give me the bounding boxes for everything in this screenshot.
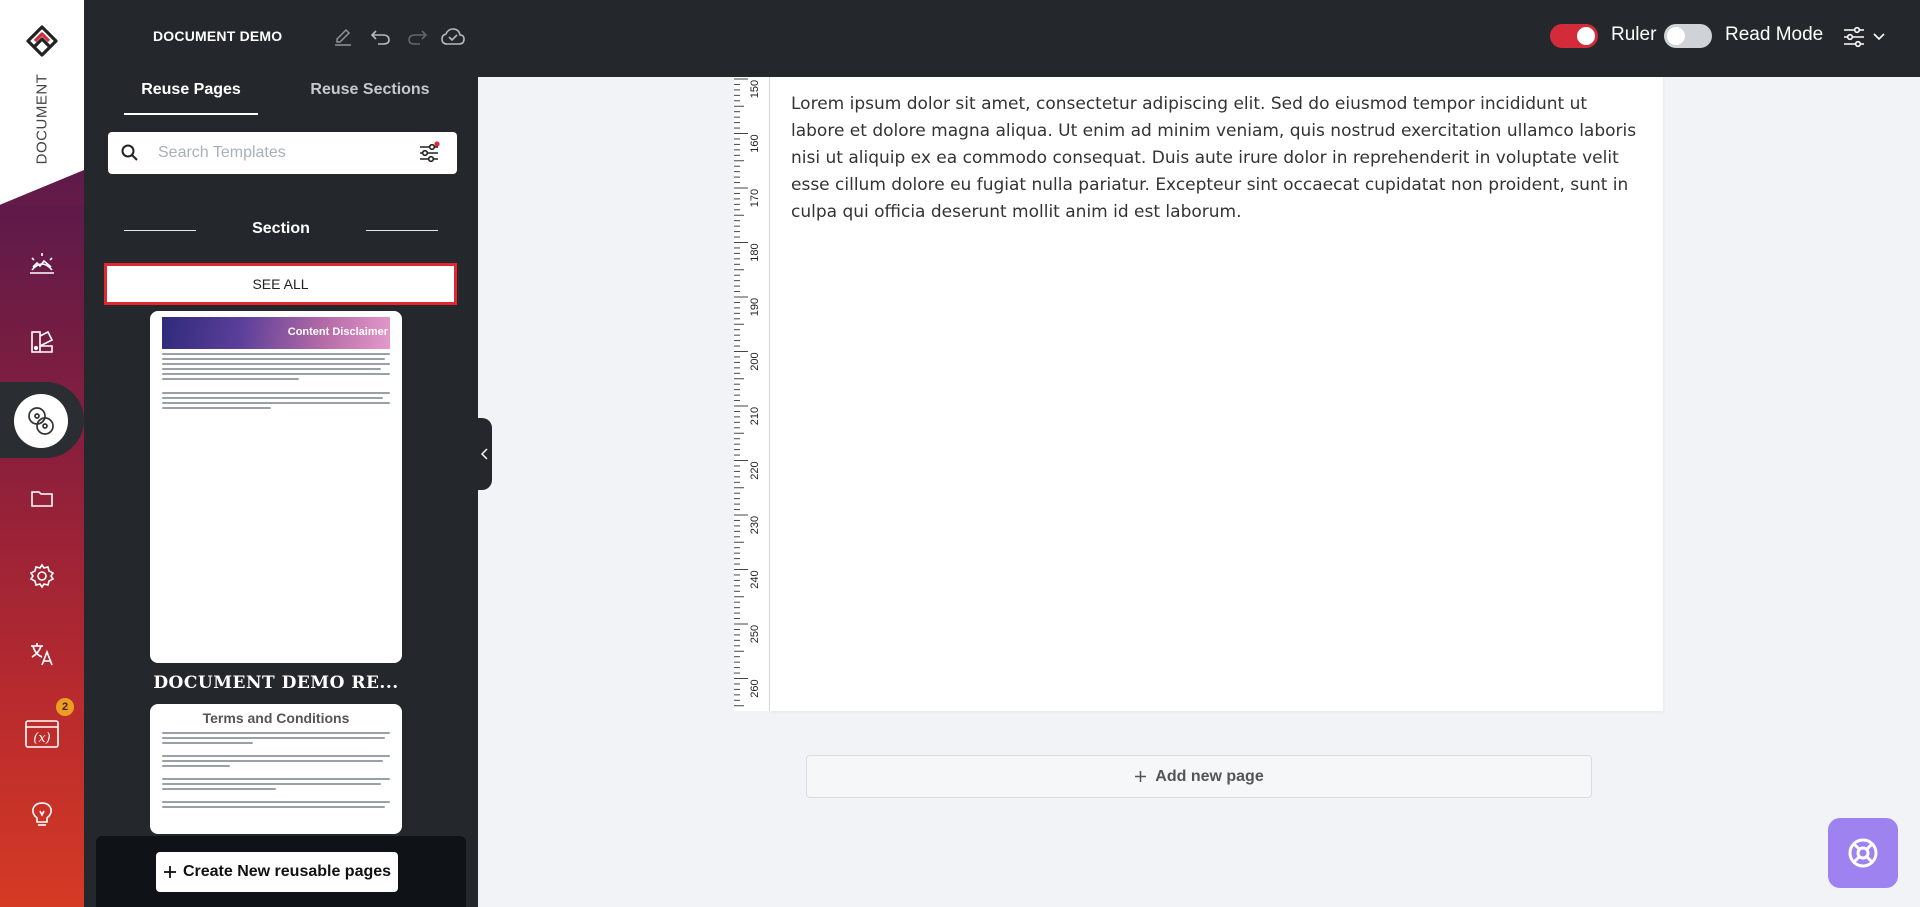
template-banner-text: Content Disclaimer	[287, 326, 388, 338]
ruler-tick-label: 160	[749, 134, 761, 152]
cloud-saved-icon[interactable]	[440, 24, 466, 50]
read-mode-label: Read Mode	[1725, 24, 1824, 45]
template-preview-text	[162, 732, 390, 811]
add-new-page-label: Add new page	[1155, 767, 1264, 785]
redo-icon[interactable]	[404, 24, 430, 50]
help-button[interactable]	[1828, 818, 1898, 888]
read-mode-toggle[interactable]	[1664, 24, 1712, 48]
vertical-ruler[interactable]: 1501601701801902002102202302402502602702…	[734, 77, 770, 711]
plus-icon	[163, 866, 176, 878]
ruler-tick-label: 200	[749, 352, 761, 370]
template-preview-text	[162, 353, 390, 412]
tab-reuse-pages[interactable]: Reuse Pages	[124, 81, 258, 115]
template-card[interactable]: Content Disclaimer	[150, 311, 402, 663]
ruler-tick-label: 150	[749, 80, 761, 98]
ruler-tick-label: 260	[749, 679, 761, 697]
ruler-tick-label: 240	[749, 570, 761, 588]
page-body-text[interactable]: Lorem ipsum dolor sit amet, consectetur …	[791, 91, 1641, 226]
edit-pencil-icon[interactable]	[330, 24, 356, 50]
ruler-tick-label: 220	[749, 461, 761, 479]
template-heading: Terms and Conditions	[202, 710, 350, 726]
sunrise-icon[interactable]	[22, 244, 62, 284]
panel-footer: Create New reusable pages	[96, 836, 466, 907]
ruler-tick-label: 190	[749, 298, 761, 316]
document-page[interactable]: Lorem ipsum dolor sit amet, consectetur …	[770, 77, 1663, 711]
search-icon	[121, 144, 138, 161]
search-input[interactable]	[158, 132, 398, 174]
settings-sliders-dropdown-icon[interactable]	[1840, 24, 1890, 50]
lifebuoy-icon	[1848, 838, 1878, 868]
svg-text:(x): (x)	[33, 731, 50, 746]
template-card[interactable]: Terms and Conditions	[150, 704, 402, 834]
search-box	[108, 132, 457, 174]
ruler-tick-label: 230	[749, 516, 761, 534]
ruler-tick-label: 170	[749, 189, 761, 207]
section-divider: Section	[124, 220, 438, 240]
reuse-icon[interactable]	[14, 394, 68, 448]
create-button-label: Create New reusable pages	[182, 863, 392, 880]
chevron-left-icon	[481, 448, 488, 460]
document-title[interactable]: DOCUMENT DEMO	[153, 28, 282, 44]
variable-count-badge: 2	[56, 698, 74, 716]
filter-icon[interactable]	[417, 141, 441, 165]
folder-icon[interactable]	[22, 478, 62, 518]
translate-icon[interactable]	[22, 634, 62, 674]
reuse-panel: Reuse Pages Reuse Sections Section SEE A…	[84, 77, 478, 907]
ruler-label: Ruler	[1611, 24, 1657, 45]
undo-icon[interactable]	[368, 24, 394, 50]
left-rail: DOCUMENT (x) 2	[0, 0, 84, 907]
ruler-tick-label: 180	[749, 243, 761, 261]
see-all-button[interactable]: SEE ALL	[104, 263, 457, 305]
template-banner: Content Disclaimer	[162, 317, 390, 349]
ruler-ticks: 1501601701801902002102202302402502602702…	[734, 78, 761, 707]
collapse-panel-handle[interactable]	[478, 418, 492, 490]
create-new-reusable-pages-button[interactable]: Create New reusable pages	[156, 852, 398, 892]
brand-vertical-text: DOCUMENT	[33, 73, 51, 165]
plus-icon	[1135, 771, 1147, 782]
tab-reuse-sections[interactable]: Reuse Sections	[290, 81, 450, 115]
app-logo-icon[interactable]	[24, 24, 60, 60]
section-label: Section	[252, 220, 310, 237]
top-bar: DOCUMENT DEMO Ruler Read Mode	[84, 0, 1920, 77]
variable-icon[interactable]: (x)	[22, 714, 62, 754]
template-title[interactable]: DOCUMENT DEMO RE...	[150, 673, 402, 693]
gear-icon[interactable]	[22, 556, 62, 596]
palette-icon[interactable]	[22, 322, 62, 362]
ruler-toggle[interactable]	[1550, 24, 1598, 48]
ruler-tick-label: 210	[749, 407, 761, 425]
lightbulb-icon[interactable]	[22, 794, 62, 834]
add-new-page-button[interactable]: Add new page	[806, 755, 1592, 798]
ruler-tick-label: 250	[749, 625, 761, 643]
